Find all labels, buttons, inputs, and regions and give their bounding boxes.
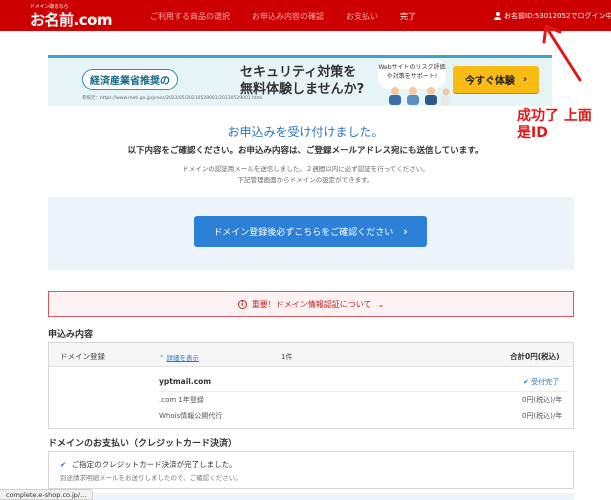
domain-name: yptmail.com: [159, 377, 212, 386]
payment-mail-note: 別途請求明細メールをお送りしましたので、ご確認ください。: [60, 474, 242, 482]
status-bar-url: complete.e-shop.co.jp/...: [0, 489, 94, 500]
info-icon: i: [237, 299, 247, 309]
item-label: .com 1年登録: [159, 396, 204, 404]
payment-complete-message: ✔ ご指定のクレジットカード決済が完了しました。: [60, 459, 237, 470]
order-header-row: [49, 343, 573, 367]
banner-people-illustration: [389, 87, 451, 105]
item-price: 0円(税込)/年: [522, 412, 563, 420]
order-count: 1件: [281, 353, 293, 361]
logo-tagline: ドメイン取るなら: [30, 4, 69, 10]
status-badge: ✔ 受付完了: [523, 377, 559, 387]
user-icon: [494, 12, 501, 20]
progress-steps: ご利用する商品の選択 お申込み内容の確認 お支払い 完了: [150, 11, 438, 22]
important-notice-toggle[interactable]: i 重要！ドメイン情報認証について ⌄: [48, 291, 574, 317]
banner-pill: 経済産業省推奨の: [82, 69, 178, 90]
payment-complete-text: ご指定のクレジットカード決済が完了しました。: [71, 460, 237, 469]
domain-confirm-label: ドメイン登録後必ずこちらをご確認ください: [213, 228, 394, 238]
try-now-button[interactable]: 今すぐ体験 ›: [453, 66, 539, 93]
show-details-link[interactable]: ⌃ 詳細を表示: [159, 352, 199, 362]
logo-gmo: by GMO: [92, 16, 108, 21]
item-label: Whois情報公開代行: [159, 412, 223, 420]
chevron-right-icon: ›: [522, 74, 528, 85]
page-title: お申込みを受け付けました。: [227, 125, 384, 139]
chevron-right-icon: ›: [403, 225, 408, 238]
payment-box: [48, 451, 574, 489]
try-now-label: 今すぐ体験: [464, 76, 515, 87]
chevron-up-icon: ⌃: [159, 354, 165, 362]
payment-section-title: ドメインのお支払い（クレジットカード決済）: [48, 439, 238, 449]
domain-confirm-button[interactable]: ドメイン登録後必ずこちらをご確認ください ›: [194, 216, 427, 247]
step-confirm: お申込み内容の確認: [252, 12, 324, 21]
step-complete: 完了: [400, 12, 416, 21]
step-payment: お支払い: [346, 12, 378, 21]
page-subtitle: 以下内容をご確認ください。お申込み内容は、ご登録メールアドレス宛にも送信していま…: [127, 146, 484, 156]
check-icon: ✔: [523, 378, 529, 386]
row-divider: [159, 391, 567, 392]
banner-stripe: [48, 55, 552, 58]
notice-label: 重要！ドメイン情報認証について: [251, 299, 372, 309]
order-label: ドメイン登録: [60, 352, 105, 361]
status-text: 受付完了: [531, 378, 560, 386]
order-total: 合計0円(税込): [510, 352, 560, 361]
banner-source-url: 参照元：https://www.meti.go.jp/press/2023/05…: [82, 96, 263, 101]
item-price: 0円(税込)/年: [522, 396, 563, 404]
auth-mail-note: ドメインの認証用メールを送信しました。２週間以内に必ず認証を行ってください。: [182, 165, 429, 173]
chevron-down-icon: ⌄: [377, 299, 385, 309]
top-header: ドメイン取るなら お名前.com by GMO ご利用する商品の選択 お申込み内…: [0, 0, 611, 31]
meti-security-banner[interactable]: 経済産業省推奨の セキュリティ対策を 無料体験しませんか? Webサイトのリスク…: [48, 55, 552, 106]
settings-note: 下記管理画面からドメインの設定ができます。: [237, 176, 374, 184]
step-select: ご利用する商品の選択: [150, 12, 230, 21]
check-icon: ✔: [60, 460, 67, 469]
bottom-panel: [48, 493, 574, 500]
order-section-title: 申込み内容: [48, 330, 94, 340]
show-details-text: 詳細を表示: [166, 354, 200, 362]
